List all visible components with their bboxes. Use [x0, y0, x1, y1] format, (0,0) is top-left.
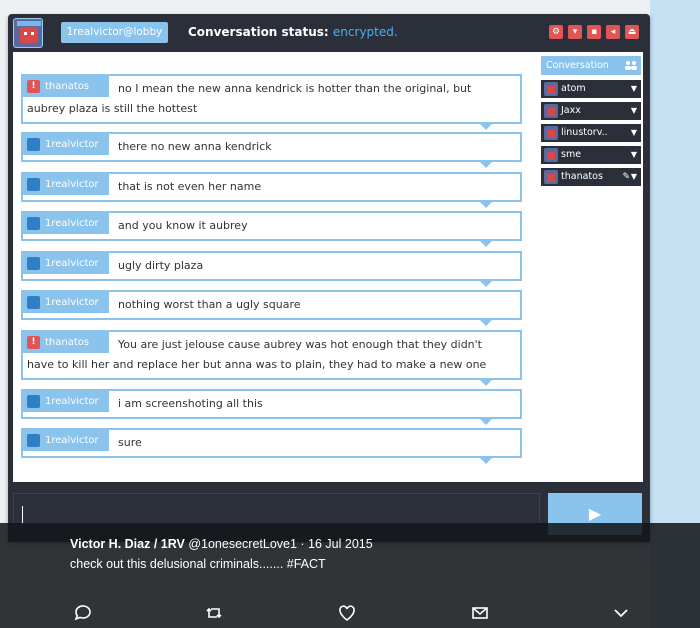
message-item: 1realvictor ugly dirty plaza — [21, 251, 522, 287]
message-author: 1realvictor — [23, 253, 109, 274]
sidebar-user-sme[interactable]: sme ▼ — [541, 146, 641, 164]
tweet-author[interactable]: Victor H. Diaz / 1RV — [70, 537, 185, 551]
message-author: 1realvictor — [23, 134, 109, 155]
user-avatar-icon — [544, 170, 558, 184]
tweet-date[interactable]: 16 Jul 2015 — [308, 537, 373, 551]
message-item: 1realvictor and you know it aubrey — [21, 211, 522, 247]
message-author: 1realvictor — [23, 292, 109, 313]
eject-icon[interactable]: ⏏ — [625, 25, 639, 39]
user-icon — [27, 178, 40, 191]
tweet-actions — [0, 603, 700, 625]
message-item: 1realvictor there no new anna kendrick — [21, 132, 522, 168]
chat-app-window: 1realvictor@lobby Conversation status: e… — [8, 14, 650, 542]
retweet-icon[interactable] — [204, 603, 224, 623]
sidebar-user-atom[interactable]: atom ▼ — [541, 80, 641, 98]
caret-down-icon[interactable]: ▼ — [631, 168, 637, 186]
message-item: 1realvictor that is not even her name — [21, 172, 522, 208]
sidebar-user-label: Jaxx — [561, 105, 581, 116]
chevron-down-icon[interactable] — [611, 603, 631, 623]
message-author-label: 1realvictor — [45, 139, 99, 150]
message-author: 1realvictor — [23, 391, 109, 412]
alert-icon: ! — [27, 80, 40, 93]
message-author-label: 1realvictor — [45, 179, 99, 190]
user-avatar-icon — [544, 82, 558, 96]
alert-icon: ! — [27, 336, 40, 349]
sidebar-header: Conversation — [541, 56, 641, 75]
sound-icon[interactable]: ◂ — [606, 25, 620, 39]
message-item: 1realvictor sure — [21, 428, 522, 464]
sidebar-user-label: linustorv.. — [561, 127, 608, 138]
user-icon — [27, 257, 40, 270]
caret-down-icon[interactable]: ▼ — [631, 80, 637, 98]
user-icon — [27, 434, 40, 447]
user-icon — [27, 138, 40, 151]
message-author: 1realvictor — [23, 174, 109, 195]
message-author: 1realvictor — [23, 430, 109, 451]
user-icon — [27, 217, 40, 230]
sidebar-user-linustorv[interactable]: linustorv.. ▼ — [541, 124, 641, 142]
like-icon[interactable] — [337, 603, 357, 623]
sidebar-header-label: Conversation — [546, 60, 609, 71]
status-label: Conversation status: — [188, 25, 329, 39]
text-cursor — [22, 506, 23, 524]
tweet-separator: · — [296, 537, 309, 551]
sidebar-user-thanatos[interactable]: thanatos ✎ ▼ — [541, 168, 641, 186]
user-avatar-icon — [544, 126, 558, 140]
conversation-status: Conversation status: encrypted. — [188, 25, 398, 39]
sidebar-user-jaxx[interactable]: Jaxx ▼ — [541, 102, 641, 120]
filter-icon[interactable]: ▾ — [568, 25, 582, 39]
sidebar-user-label: atom — [561, 83, 586, 94]
tweet-handle[interactable]: @1onesecretLove1 — [188, 537, 297, 551]
message-author-label: thanatos — [45, 337, 90, 348]
pencil-icon[interactable]: ✎ — [622, 168, 630, 186]
message-author: 1realvictor — [23, 213, 109, 234]
message-item: ! thanatos You are just jelouse cause au… — [21, 330, 522, 386]
tweet-overlay: Victor H. Diaz / 1RV @1onesecretLove1 · … — [0, 523, 700, 628]
message-author-label: 1realvictor — [45, 396, 99, 407]
chat-icon[interactable]: ▪ — [587, 25, 601, 39]
top-bar: 1realvictor@lobby Conversation status: e… — [8, 14, 650, 52]
message-author: ! thanatos — [23, 76, 109, 97]
caret-down-icon[interactable]: ▼ — [631, 102, 637, 120]
reply-icon[interactable] — [73, 603, 93, 623]
current-user-chip[interactable]: 1realvictor@lobby — [61, 22, 168, 43]
sidebar-user-label: thanatos — [561, 171, 603, 182]
sidebar-user-label: sme — [561, 149, 582, 160]
conversation-sidebar: Conversation atom ▼ Jaxx ▼ linustorv.. ▼… — [541, 56, 641, 252]
message-author-label: 1realvictor — [45, 218, 99, 229]
user-avatar-icon — [544, 104, 558, 118]
people-icon — [625, 61, 637, 70]
user-icon — [27, 296, 40, 309]
caret-down-icon[interactable]: ▼ — [631, 146, 637, 164]
status-value: encrypted. — [332, 25, 398, 39]
user-icon — [27, 395, 40, 408]
message-author-label: 1realvictor — [45, 258, 99, 269]
settings-icon[interactable]: ⚙ — [549, 25, 563, 39]
message-author-label: 1realvictor — [45, 435, 99, 446]
message-author-label: 1realvictor — [45, 297, 99, 308]
message-author-label: thanatos — [45, 81, 90, 92]
tweet-author-line: Victor H. Diaz / 1RV @1onesecretLove1 · … — [70, 537, 373, 551]
caret-down-icon[interactable]: ▼ — [631, 124, 637, 142]
user-avatar-icon — [544, 148, 558, 162]
app-logo-icon — [13, 18, 43, 48]
message-item: 1realvictor i am screenshoting all this — [21, 389, 522, 425]
message-icon[interactable] — [470, 603, 490, 623]
message-author: ! thanatos — [23, 332, 109, 353]
message-item: 1realvictor nothing worst than a ugly sq… — [21, 290, 522, 326]
message-item: ! thanatos no I mean the new anna kendri… — [21, 74, 522, 130]
tweet-text: check out this delusional criminals.....… — [70, 557, 326, 571]
